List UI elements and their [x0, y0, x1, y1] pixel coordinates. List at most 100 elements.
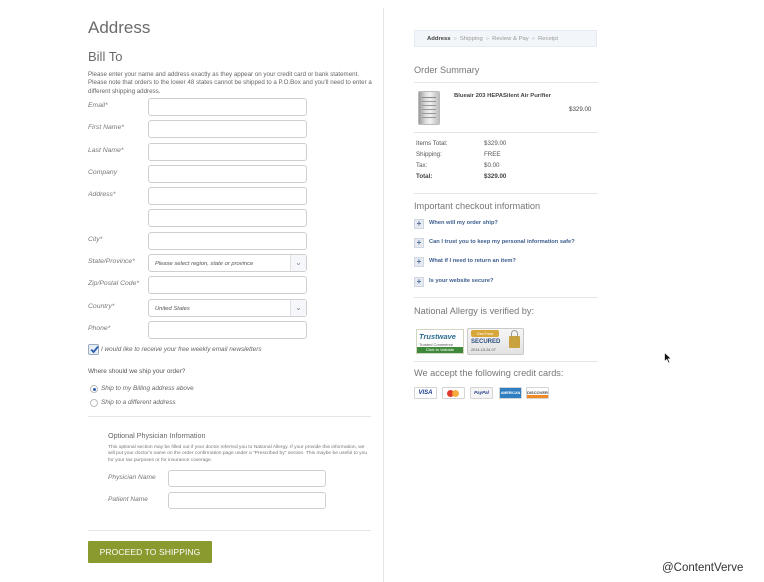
city-label: City* — [88, 236, 103, 243]
physician-name-label: Physician Name — [108, 474, 156, 481]
ship-question: Where should we ship your order? — [88, 368, 186, 375]
chevron-down-icon: ⌄ — [290, 255, 306, 271]
checkout-page: Address Bill To Please enter your name a… — [0, 0, 764, 582]
faq-item[interactable]: + What if I need to return an item? — [414, 257, 604, 267]
column-divider — [383, 8, 384, 582]
total-label: Total: — [416, 173, 433, 180]
watermark: @ContentVerve — [662, 562, 744, 574]
country-label: Country* — [88, 303, 115, 310]
total-value: $329.00 — [484, 173, 507, 180]
physician-name-row: Physician Name — [108, 470, 368, 487]
city-field[interactable] — [148, 232, 307, 250]
trustwave-seal[interactable]: Trustwave Trusted Commerce Click to Vali… — [416, 329, 464, 354]
paypal-card-icon: PayPal — [470, 387, 493, 399]
credit-card-logos: VISA PayPal AMERICAN EXPRESS DISCOVER — [414, 387, 554, 405]
page-title: Address — [88, 18, 151, 37]
divider — [88, 530, 371, 531]
newsletter-checkbox[interactable] — [88, 344, 99, 355]
geotrust-secured: SECURED — [471, 339, 501, 345]
ship-billing-radio[interactable] — [90, 385, 98, 393]
expand-plus-icon: + — [414, 277, 424, 287]
state-select[interactable]: Please select region, state or province … — [148, 254, 307, 272]
padlock-icon — [509, 330, 520, 348]
newsletter-label: I would like to receive your free weekly… — [101, 346, 262, 353]
state-label: State/Province* — [88, 258, 135, 265]
address-label: Address* — [88, 191, 116, 198]
company-field[interactable] — [148, 165, 307, 183]
company-label: Company — [88, 169, 118, 176]
phone-row: Phone* — [88, 321, 373, 339]
items-total-label: Items Total: — [416, 140, 448, 147]
ship-billing-option: Ship to my Billing address above — [88, 384, 373, 394]
geotrust-brand: GeoTrust — [471, 330, 499, 337]
checkmark-icon — [90, 346, 99, 354]
email-label: Email* — [88, 102, 108, 109]
divider — [414, 297, 598, 298]
checkout-info-title: Important checkout information — [414, 201, 541, 211]
zip-field[interactable] — [148, 276, 307, 294]
expand-plus-icon: + — [414, 238, 424, 248]
city-row: City* — [88, 232, 373, 250]
address-row: Address* — [88, 187, 373, 205]
faq-label: What if I need to return an item? — [429, 258, 516, 264]
physician-name-field[interactable] — [168, 470, 326, 487]
expand-plus-icon: + — [414, 219, 424, 229]
discover-card-icon: DISCOVER — [526, 387, 549, 399]
patient-name-row: Patient Name — [108, 492, 368, 509]
state-select-value: Please select region, state or province — [155, 261, 254, 267]
faq-item[interactable]: + Is your website secure? — [414, 277, 604, 287]
divider — [414, 193, 598, 194]
country-row: Country* United States ⌄ — [88, 299, 373, 317]
amex-card-icon: AMERICAN EXPRESS — [499, 387, 522, 405]
faq-label: Is your website secure? — [429, 278, 494, 284]
divider — [414, 361, 598, 362]
geotrust-date: 2014-10-24 07 — [471, 348, 496, 352]
newsletter-option: I would like to receive your free weekly… — [88, 344, 373, 356]
tax-label: Tax: — [416, 162, 428, 169]
zip-row: Zip/Postal Code* — [88, 276, 373, 294]
patient-name-label: Patient Name — [108, 496, 148, 503]
items-total-value: $329.00 — [484, 140, 507, 147]
country-select[interactable]: United States ⌄ — [148, 299, 307, 317]
ship-different-option: Ship to a different address — [88, 398, 373, 408]
physician-note: This optional section may be filled out … — [108, 445, 368, 463]
mastercard-card-icon — [442, 387, 465, 399]
product-image — [418, 91, 440, 125]
first-name-field[interactable] — [148, 120, 307, 138]
verified-by-title: National Allergy is verified by: — [414, 306, 535, 316]
ship-different-radio[interactable] — [90, 399, 98, 407]
billing-instructions: Please enter your name and address exact… — [88, 71, 372, 95]
credit-cards-title: We accept the following credit cards: — [414, 368, 564, 378]
step-review-pay: Review & Pay — [492, 36, 529, 42]
section-title-bill-to: Bill To — [88, 49, 123, 64]
mouse-pointer-icon — [664, 352, 672, 364]
shipping-label: Shipping: — [416, 151, 442, 158]
ship-billing-label: Ship to my Billing address above — [101, 385, 194, 392]
faq-item[interactable]: + Can I trust you to keep my personal in… — [414, 238, 604, 248]
first-name-label: First Name* — [88, 124, 124, 131]
trustwave-validate: Click to Validate — [417, 347, 463, 353]
divider — [414, 132, 598, 133]
geotrust-seal[interactable]: GeoTrust SECURED 2014-10-24 07 — [467, 328, 524, 355]
proceed-to-shipping-button[interactable]: PROCEED TO SHIPPING — [88, 541, 212, 563]
last-name-field[interactable] — [148, 143, 307, 161]
faq-label: Can I trust you to keep my personal info… — [429, 239, 575, 245]
email-row: Email* — [88, 98, 373, 116]
country-select-value: United States — [155, 306, 190, 312]
step-shipping: Shipping — [459, 36, 483, 42]
shipping-value: FREE — [484, 151, 501, 158]
visa-card-icon: VISA — [414, 387, 437, 399]
phone-field[interactable] — [148, 321, 307, 339]
address2-row — [88, 209, 373, 227]
email-field[interactable] — [148, 98, 307, 116]
physician-section-title: Optional Physician Information — [108, 431, 206, 440]
tax-value: $0.00 — [484, 162, 500, 169]
expand-plus-icon: + — [414, 257, 424, 267]
address-line1-field[interactable] — [148, 187, 307, 205]
address-line2-field[interactable] — [148, 209, 307, 227]
faq-item[interactable]: + When will my order ship? — [414, 219, 604, 229]
chevron-down-icon: ⌄ — [290, 300, 306, 316]
product-name: Blueair 203 HEPASilent Air Purifier — [454, 93, 551, 99]
patient-name-field[interactable] — [168, 492, 326, 509]
step-receipt: Receipt — [538, 36, 559, 42]
